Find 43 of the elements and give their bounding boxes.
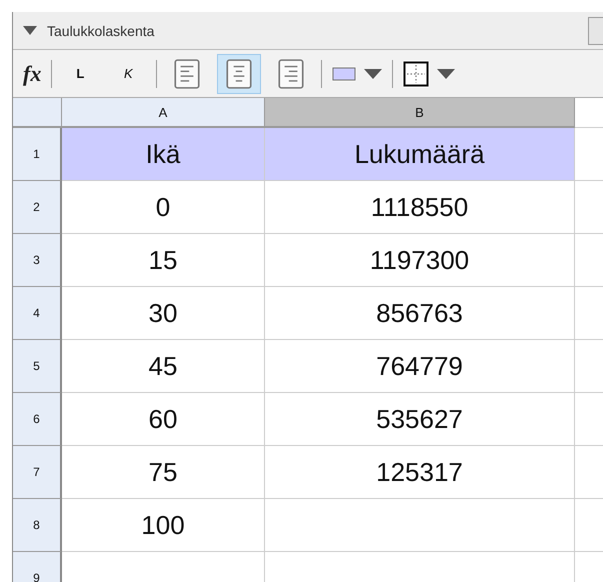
table-cell[interactable]: 0: [62, 181, 265, 234]
caret-icon: [437, 68, 456, 78]
table-cell[interactable]: Lukumäärä: [265, 128, 575, 181]
row-header[interactable]: 9: [13, 552, 62, 582]
table-cell[interactable]: 125317: [265, 446, 575, 499]
align-button[interactable]: [217, 54, 262, 94]
table-cell[interactable]: 15: [62, 234, 265, 287]
row-header[interactable]: 4: [13, 287, 62, 340]
table-cell[interactable]: 100: [62, 499, 265, 552]
table-cell[interactable]: 764779: [265, 340, 575, 393]
table-cell[interactable]: 75: [62, 446, 265, 499]
table-cell[interactable]: 30: [62, 287, 265, 340]
panel-title: Taulukkolaskenta: [47, 22, 154, 38]
formula-button[interactable]: fx: [21, 60, 44, 86]
table-cell[interactable]: 1197300: [265, 234, 575, 287]
column-header[interactable]: B: [265, 98, 575, 128]
align-icon: [277, 58, 306, 90]
column-header[interactable]: A: [62, 98, 265, 128]
italic-button[interactable]: K: [108, 66, 148, 81]
row-header[interactable]: 3: [13, 234, 62, 287]
bold-button[interactable]: L: [60, 66, 100, 81]
background-color-button[interactable]: [330, 66, 384, 80]
row-header[interactable]: 8: [13, 499, 62, 552]
caret-icon: [364, 68, 382, 78]
table-cell[interactable]: 1118550: [265, 181, 575, 234]
color-swatch-icon: [332, 66, 356, 80]
row-header[interactable]: 7: [13, 446, 62, 499]
table-cell[interactable]: 45: [62, 340, 265, 393]
corner-header[interactable]: [13, 98, 62, 128]
border-grid-icon: [403, 60, 430, 86]
row-header[interactable]: 5: [13, 340, 62, 393]
row-header[interactable]: 1: [13, 128, 62, 181]
row-header[interactable]: 2: [13, 181, 62, 234]
row-header[interactable]: 6: [13, 393, 62, 446]
collapse-triangle-icon[interactable]: [23, 26, 37, 35]
table-cell[interactable]: 856763: [265, 287, 575, 340]
table-cell[interactable]: [265, 499, 575, 552]
table-cell[interactable]: Ikä: [62, 128, 265, 181]
table-cell[interactable]: 535627: [265, 393, 575, 446]
align-icon: [225, 58, 254, 90]
align-icon: [173, 58, 202, 90]
table-cell[interactable]: 60: [62, 393, 265, 446]
border-button[interactable]: [401, 60, 458, 86]
